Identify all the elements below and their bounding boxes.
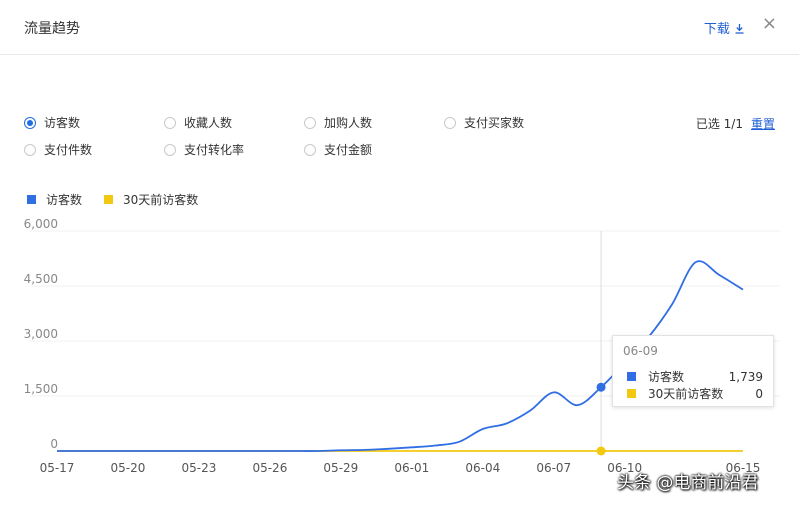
highlight-point-visitors bbox=[596, 382, 606, 392]
tooltip-row: 访客数 1,739 bbox=[627, 368, 763, 385]
x-tick-label: 05-23 bbox=[181, 461, 216, 475]
x-tick-label: 05-20 bbox=[111, 461, 146, 475]
x-tick-label: 06-04 bbox=[465, 461, 500, 475]
watermark-text: 头条 @电商前沿君 bbox=[617, 473, 759, 493]
y-tick-label: 0 bbox=[50, 437, 58, 451]
tooltip-label: 30天前访客数 bbox=[648, 387, 724, 401]
tooltip-date: 06-09 bbox=[623, 344, 658, 358]
x-tick-label: 06-07 bbox=[536, 461, 571, 475]
y-tick-label: 1,500 bbox=[24, 382, 58, 396]
tooltip-value: 0 bbox=[755, 386, 763, 401]
x-tick-label: 05-17 bbox=[40, 461, 75, 475]
x-tick-label: 05-26 bbox=[252, 461, 287, 475]
tooltip-swatch bbox=[627, 372, 636, 381]
tooltip-label: 访客数 bbox=[648, 370, 685, 384]
y-tick-label: 3,000 bbox=[24, 327, 58, 341]
chart-tooltip: 06-09 访客数 1,739 30天前访客数 0 bbox=[612, 335, 774, 407]
x-tick-label: 05-29 bbox=[323, 461, 358, 475]
highlight-point-visitors-30d bbox=[596, 446, 606, 456]
tooltip-value: 1,739 bbox=[728, 369, 763, 384]
tooltip-row: 30天前访客数 0 bbox=[627, 385, 763, 402]
y-tick-label: 4,500 bbox=[24, 272, 58, 286]
line-chart: 0 1,500 3,000 4,500 6,000 05-17 05-20 05-23 05-2… bbox=[24, 217, 780, 475]
y-tick-label: 6,000 bbox=[24, 217, 58, 231]
tooltip-swatch bbox=[627, 389, 636, 398]
x-tick-label: 06-01 bbox=[394, 461, 429, 475]
